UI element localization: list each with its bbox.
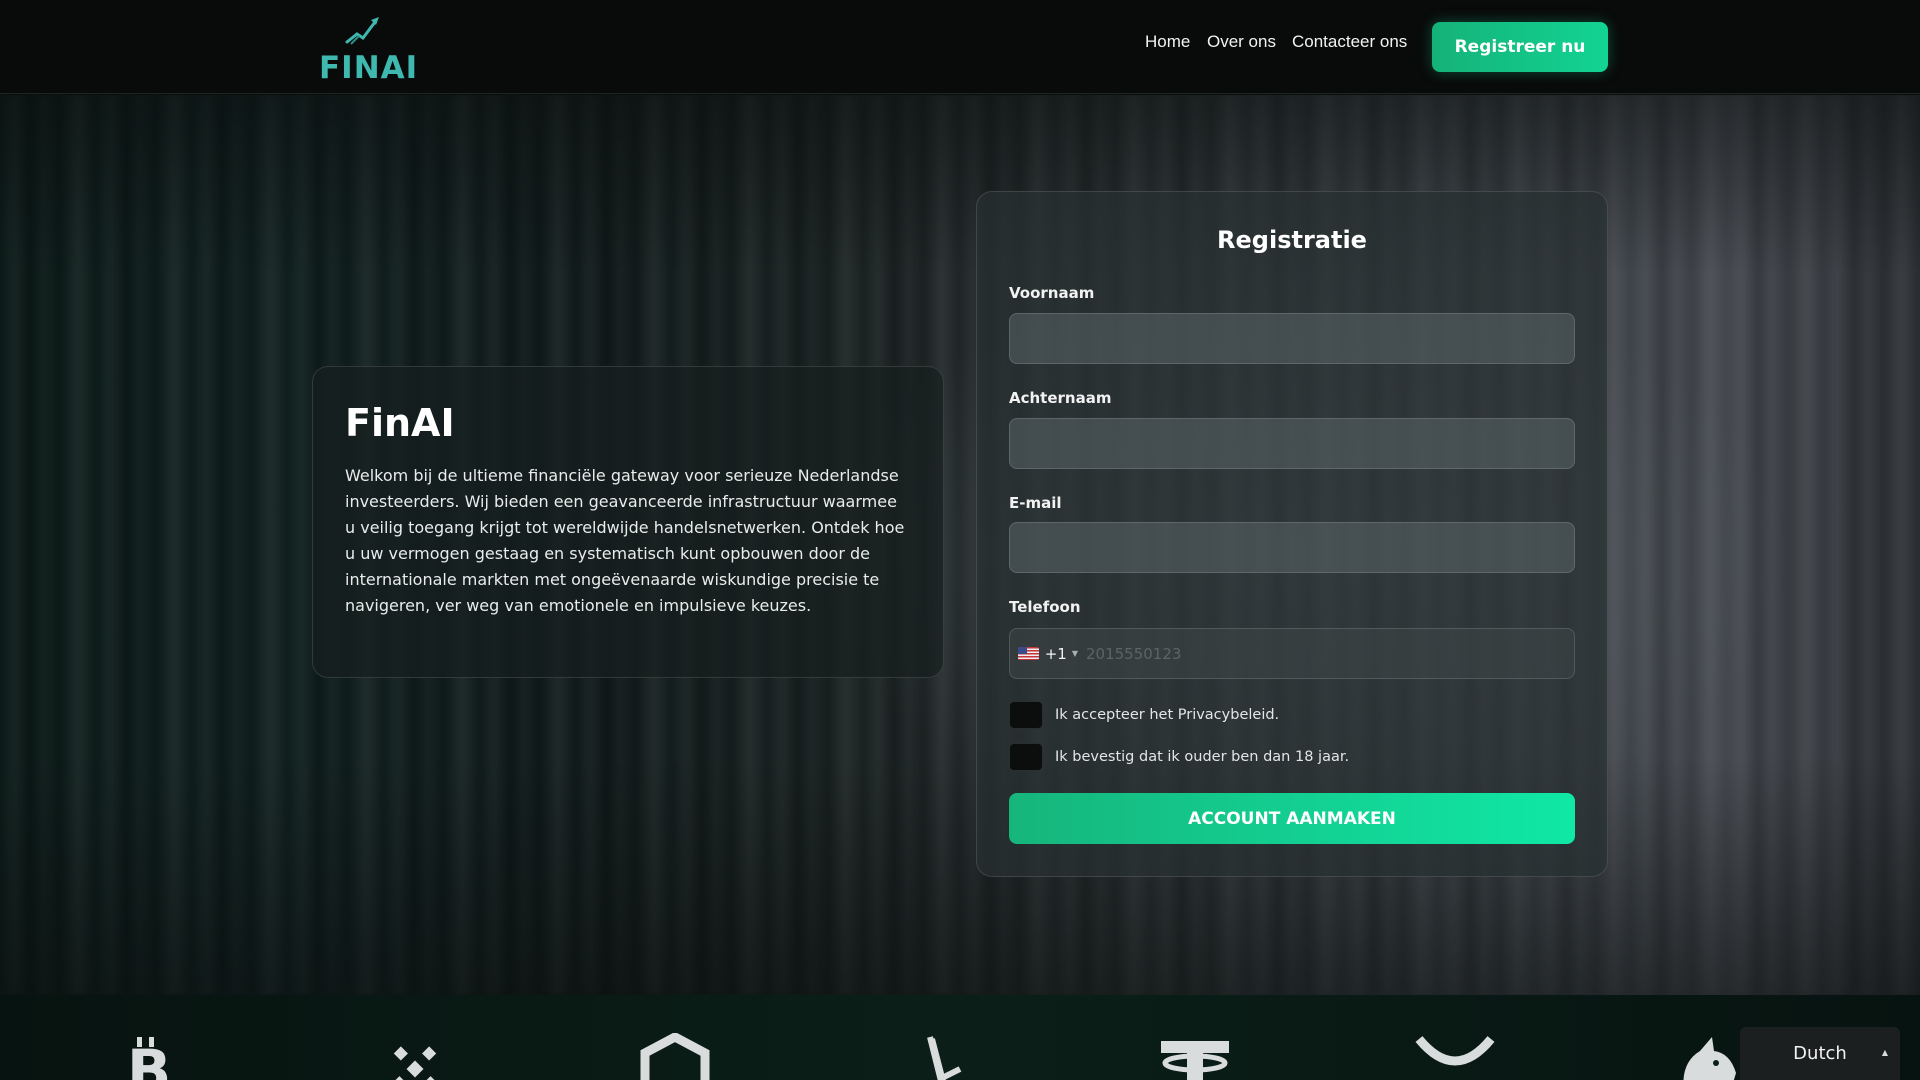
hero-fade-top bbox=[0, 95, 1920, 275]
first-name-label: Voornaam bbox=[1009, 284, 1095, 302]
last-name-input[interactable] bbox=[1009, 418, 1575, 469]
chainlink-icon bbox=[640, 1033, 710, 1080]
country-code-select[interactable]: +1 ▼ bbox=[1010, 629, 1078, 678]
finai-logo[interactable]: FINAI bbox=[317, 12, 417, 86]
privacy-checkbox-row: Ik accepteer het Privacybeleid. bbox=[1009, 701, 1279, 729]
dial-code: +1 bbox=[1044, 644, 1067, 663]
registration-form: Registratie Voornaam Achternaam E-mail T… bbox=[976, 191, 1608, 877]
age-checkbox-row: Ik bevestig dat ik ouder ben dan 18 jaar… bbox=[1009, 743, 1349, 771]
phone-label: Telefoon bbox=[1009, 598, 1081, 616]
intro-card: FinAI Welkom bij de ultieme financiële g… bbox=[312, 366, 944, 678]
language-selected: Dutch bbox=[1793, 1043, 1847, 1064]
nav-link-contact[interactable]: Contacteer ons bbox=[1292, 32, 1407, 52]
hero-fade-bottom bbox=[0, 755, 1920, 995]
register-now-button[interactable]: Registreer nu bbox=[1432, 22, 1608, 72]
email-label: E-mail bbox=[1009, 494, 1062, 512]
rocket-chart-icon bbox=[345, 17, 379, 45]
tether-icon bbox=[1161, 1041, 1229, 1080]
nav-link-about[interactable]: Over ons bbox=[1207, 32, 1276, 52]
unicorn-icon bbox=[1683, 1037, 1736, 1080]
nav-link-home[interactable]: Home bbox=[1145, 32, 1190, 52]
top-header: FINAI Home Over ons Contacteer ons Regis… bbox=[0, 0, 1920, 94]
form-title: Registratie bbox=[1217, 226, 1367, 254]
email-input[interactable] bbox=[1009, 522, 1575, 573]
xrp-icon bbox=[1415, 1036, 1495, 1066]
binance-icon bbox=[392, 1046, 438, 1080]
language-selector[interactable]: Dutch ▲ bbox=[1740, 1027, 1900, 1080]
hero-section bbox=[0, 95, 1920, 995]
first-name-input[interactable] bbox=[1009, 313, 1575, 364]
chevron-up-icon: ▲ bbox=[1881, 1048, 1888, 1057]
last-name-label: Achternaam bbox=[1009, 389, 1112, 407]
age-checkbox[interactable] bbox=[1009, 743, 1043, 771]
logo-text: FINAI bbox=[319, 50, 419, 86]
us-flag-icon bbox=[1018, 647, 1039, 660]
intro-text: Welkom bij de ultieme financiële gateway… bbox=[345, 466, 905, 615]
coin-logo-strip: B bbox=[0, 995, 1920, 1080]
solana-icon bbox=[927, 1036, 962, 1080]
privacy-checkbox-label: Ik accepteer het Privacybeleid. bbox=[1055, 707, 1280, 723]
age-checkbox-label: Ik bevestig dat ik ouder ben dan 18 jaar… bbox=[1055, 749, 1350, 765]
intro-title: FinAI bbox=[345, 401, 455, 445]
phone-input[interactable] bbox=[1078, 629, 1574, 678]
bitcoin-icon: B bbox=[127, 1037, 171, 1080]
phone-field: +1 ▼ bbox=[1009, 628, 1575, 679]
privacy-checkbox[interactable] bbox=[1009, 701, 1043, 729]
create-account-button[interactable]: ACCOUNT AANMAKEN bbox=[1009, 793, 1575, 844]
